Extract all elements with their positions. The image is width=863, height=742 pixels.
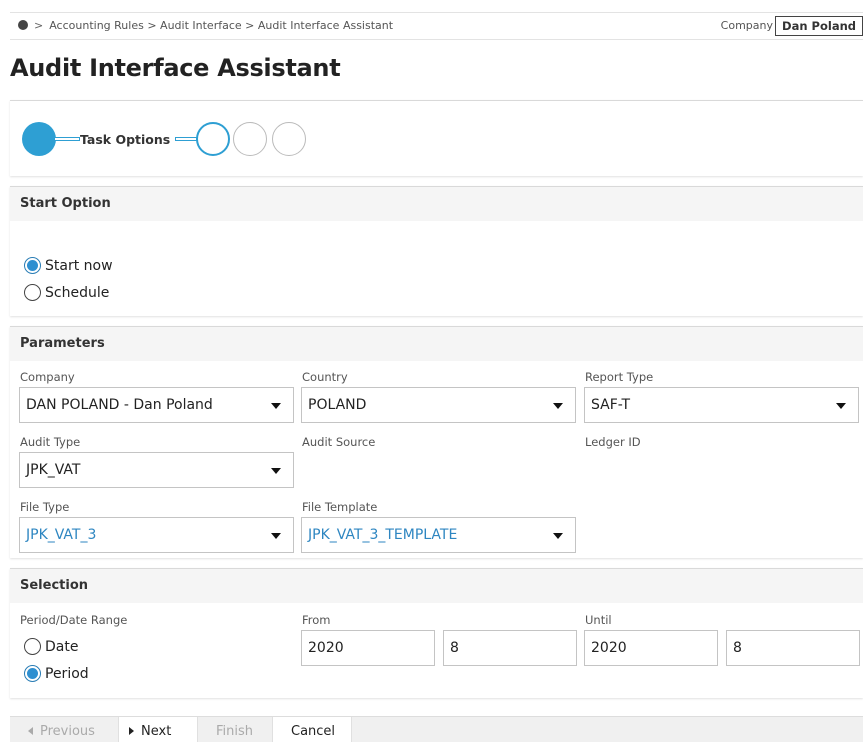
- from-year-value: 2020: [308, 640, 344, 656]
- radio-selected-icon[interactable]: [24, 665, 41, 682]
- breadcrumb-separator: >: [245, 19, 255, 32]
- chevron-down-icon[interactable]: [836, 403, 846, 409]
- until-period-input[interactable]: 8: [726, 630, 860, 666]
- period-date-range-label: Period/Date Range: [20, 613, 128, 627]
- breadcrumb-item-accounting-rules[interactable]: Accounting Rules: [49, 19, 144, 32]
- radio-label: Start now: [45, 257, 113, 274]
- from-period-value: 8: [450, 640, 459, 656]
- step-connector: [175, 137, 197, 141]
- next-label: Next: [141, 724, 172, 739]
- company-context-label: Company: [720, 19, 773, 32]
- chevron-left-icon: [28, 727, 33, 735]
- step-2-indicator[interactable]: [196, 122, 230, 156]
- breadcrumb-item-audit-interface-assistant: Audit Interface Assistant: [257, 19, 394, 32]
- finish-button[interactable]: Finish: [206, 717, 263, 742]
- audit-type-label: Audit Type: [20, 435, 81, 449]
- section-title: Selection: [10, 569, 863, 603]
- file-template-label: File Template: [302, 500, 378, 514]
- company-select[interactable]: DAN POLAND - Dan Poland: [19, 387, 294, 423]
- step-4-indicator[interactable]: [272, 122, 306, 156]
- until-year-value: 2020: [591, 640, 627, 656]
- step-3-indicator[interactable]: [233, 122, 267, 156]
- radio-period[interactable]: Period: [24, 665, 89, 682]
- radio-label: Date: [45, 638, 79, 655]
- audit-source-label: Audit Source: [302, 435, 376, 449]
- file-type-value[interactable]: JPK_VAT_3: [26, 527, 96, 543]
- radio-date[interactable]: Date: [24, 638, 78, 655]
- step-label: Task Options: [80, 132, 171, 147]
- radio-selected-icon[interactable]: [24, 257, 41, 274]
- country-select[interactable]: POLAND: [301, 387, 576, 423]
- country-value: POLAND: [308, 397, 367, 413]
- breadcrumb-item-audit-interface[interactable]: Audit Interface: [160, 19, 242, 32]
- start-option-section: Start Option Start now Schedule: [10, 186, 863, 316]
- report-type-value: SAF-T: [591, 397, 631, 413]
- chevron-down-icon[interactable]: [271, 403, 281, 409]
- radio-schedule[interactable]: Schedule: [24, 284, 109, 301]
- country-label: Country: [302, 370, 348, 384]
- file-type-select[interactable]: JPK_VAT_3: [19, 517, 294, 553]
- report-type-select[interactable]: SAF-T: [584, 387, 859, 423]
- section-title: Parameters: [10, 327, 863, 361]
- section-title: Start Option: [10, 187, 863, 221]
- file-template-value[interactable]: JPK_VAT_3_TEMPLATE: [308, 527, 457, 543]
- finish-label: Finish: [216, 724, 254, 739]
- ledger-id-label: Ledger ID: [585, 435, 641, 449]
- wizard-stepper: Task Options: [10, 100, 863, 176]
- breadcrumb-separator: >: [147, 19, 157, 32]
- audit-type-select[interactable]: JPK_VAT: [19, 452, 294, 488]
- until-label: Until: [585, 613, 612, 627]
- until-period-value: 8: [733, 640, 742, 656]
- cancel-label: Cancel: [291, 724, 336, 739]
- previous-label: Previous: [40, 724, 95, 739]
- chevron-down-icon[interactable]: [271, 533, 281, 539]
- file-template-select[interactable]: JPK_VAT_3_TEMPLATE: [301, 517, 576, 553]
- breadcrumb-separator: >: [34, 19, 44, 32]
- company-label: Company: [20, 370, 75, 384]
- radio-label: Schedule: [45, 284, 110, 301]
- radio-start-now[interactable]: Start now: [24, 257, 113, 274]
- cancel-button[interactable]: Cancel: [272, 717, 352, 742]
- selection-section: Selection Period/Date Range Date Period …: [10, 568, 863, 698]
- company-value: DAN POLAND - Dan Poland: [26, 397, 213, 413]
- radio-unselected-icon[interactable]: [24, 284, 41, 301]
- parameters-section: Parameters Company DAN POLAND - Dan Pola…: [10, 326, 863, 558]
- from-period-input[interactable]: 8: [443, 630, 577, 666]
- breadcrumb-bar: > Accounting Rules > Audit Interface > Au…: [10, 12, 863, 40]
- company-context-value[interactable]: Dan Poland: [775, 16, 863, 36]
- wizard-footer: Previous Next Finish Cancel: [10, 716, 863, 742]
- until-year-input[interactable]: 2020: [584, 630, 718, 666]
- chevron-down-icon[interactable]: [553, 403, 563, 409]
- step-connector: [54, 137, 80, 141]
- file-type-label: File Type: [20, 500, 70, 514]
- chevron-right-icon: [129, 727, 134, 735]
- next-button[interactable]: Next: [118, 717, 198, 742]
- page-title: Audit Interface Assistant: [10, 54, 341, 82]
- previous-button[interactable]: Previous: [18, 717, 105, 742]
- chevron-down-icon[interactable]: [271, 468, 281, 474]
- from-year-input[interactable]: 2020: [301, 630, 435, 666]
- breadcrumb: > Accounting Rules > Audit Interface > Au…: [18, 19, 393, 32]
- radio-unselected-icon[interactable]: [24, 638, 41, 655]
- chevron-down-icon[interactable]: [553, 533, 563, 539]
- home-icon[interactable]: [18, 20, 28, 30]
- audit-type-value: JPK_VAT: [26, 462, 81, 478]
- radio-label: Period: [45, 665, 89, 682]
- report-type-label: Report Type: [585, 370, 654, 384]
- step-1-current-indicator[interactable]: [22, 122, 56, 156]
- from-label: From: [302, 613, 331, 627]
